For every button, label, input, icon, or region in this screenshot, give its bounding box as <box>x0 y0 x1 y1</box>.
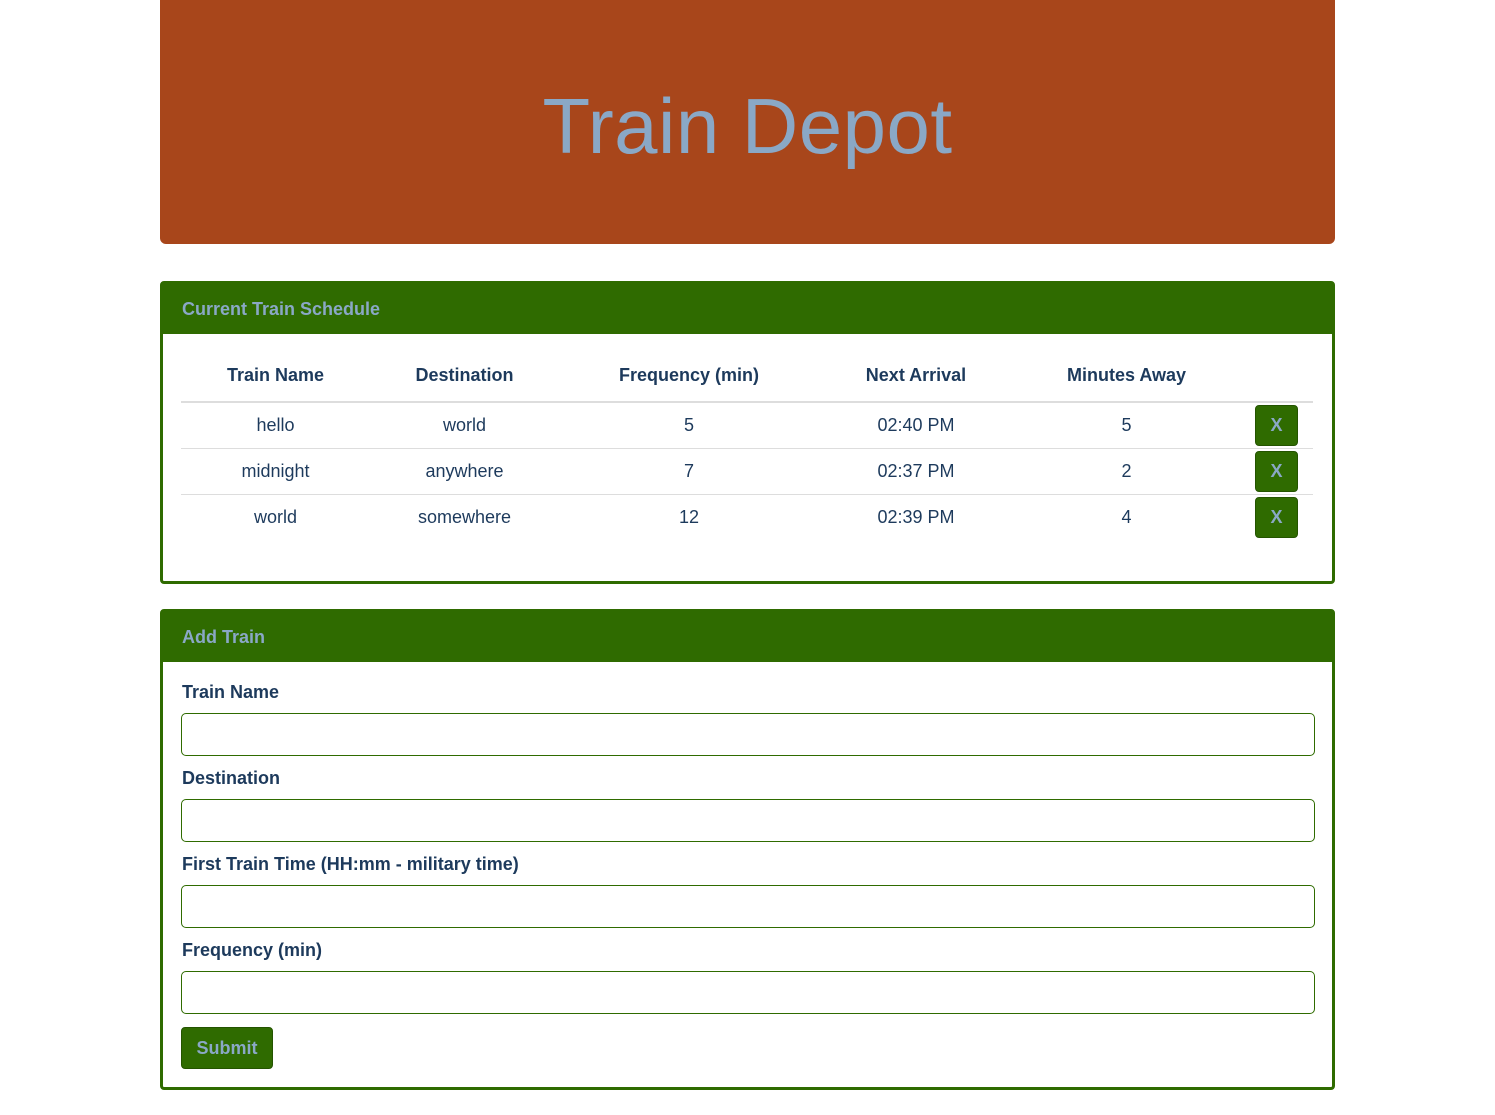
cell-frequency: 12 <box>678 506 700 527</box>
cell-train-name: world <box>253 506 297 527</box>
table-row: world somewhere 12 02:39 PM 4 X <box>181 494 1313 540</box>
column-header-destination: Destination <box>370 350 559 403</box>
cell-train-name: midnight <box>181 448 370 495</box>
cell-minutes-away: 2 <box>1013 448 1240 495</box>
cell-next-arrival: 02:40 PM <box>819 402 1013 449</box>
column-header-actions <box>1240 350 1313 403</box>
cell-destination: somewhere <box>417 506 512 527</box>
column-header-next-arrival: Next Arrival <box>819 350 1013 403</box>
delete-train-button[interactable]: X <box>1255 404 1298 446</box>
cell-actions: X <box>1240 494 1313 540</box>
column-header-frequency: Frequency (min) <box>559 350 819 403</box>
schedule-panel: Current Train Schedule Train Name Destin… <box>160 281 1335 584</box>
cell-destination: world <box>370 402 559 449</box>
form-group-frequency: Frequency (min) <box>181 920 1315 1014</box>
cell-actions: X <box>1240 448 1313 495</box>
cell-frequency: 7 <box>559 448 819 495</box>
cell-minutes-away: 5 <box>1013 402 1240 449</box>
table-header-row: Train Name Destination Frequency (min) N… <box>181 350 1313 403</box>
cell-train-name: hello <box>181 402 370 449</box>
add-train-panel: Add Train Train Name Destination First T… <box>160 609 1335 1090</box>
add-train-form: Train Name Destination First Train Time … <box>181 662 1315 1069</box>
table-row: hello world 5 02:40 PM 5 X <box>181 402 1313 449</box>
cell-minutes-away: 4 <box>1121 506 1132 527</box>
form-group-destination: Destination <box>181 748 1315 842</box>
delete-train-button[interactable]: X <box>1255 496 1298 538</box>
cell-actions: X <box>1240 402 1313 449</box>
page-title: Train Depot <box>542 81 953 170</box>
destination-label: Destination <box>182 768 281 788</box>
form-group-train-name: Train Name <box>181 662 1315 756</box>
cell-next-arrival: 02:37 PM <box>819 448 1013 495</box>
schedule-panel-heading: Current Train Schedule <box>163 284 1332 334</box>
frequency-input[interactable] <box>181 971 1315 1014</box>
cell-frequency: 5 <box>559 402 819 449</box>
page-container: Train Depot Current Train Schedule Train… <box>160 0 1335 1090</box>
form-group-first-train-time: First Train Time (HH:mm - military time) <box>181 834 1315 928</box>
cell-next-arrival: 02:39 PM <box>877 506 955 527</box>
cell-destination: anywhere <box>370 448 559 495</box>
table-row: midnight anywhere 7 02:37 PM 2 X <box>181 448 1313 495</box>
header-banner: Train Depot <box>160 0 1335 244</box>
add-train-panel-heading: Add Train <box>163 612 1332 662</box>
frequency-label: Frequency (min) <box>182 940 323 960</box>
submit-button[interactable]: Submit <box>181 1027 273 1069</box>
column-header-train-name: Train Name <box>181 350 370 403</box>
train-name-label: Train Name <box>182 682 280 702</box>
column-header-minutes-away: Minutes Away <box>1013 350 1240 403</box>
schedule-table: Train Name Destination Frequency (min) N… <box>181 350 1313 540</box>
delete-train-button[interactable]: X <box>1255 450 1298 492</box>
first-train-time-label: First Train Time (HH:mm - military time) <box>182 854 519 874</box>
